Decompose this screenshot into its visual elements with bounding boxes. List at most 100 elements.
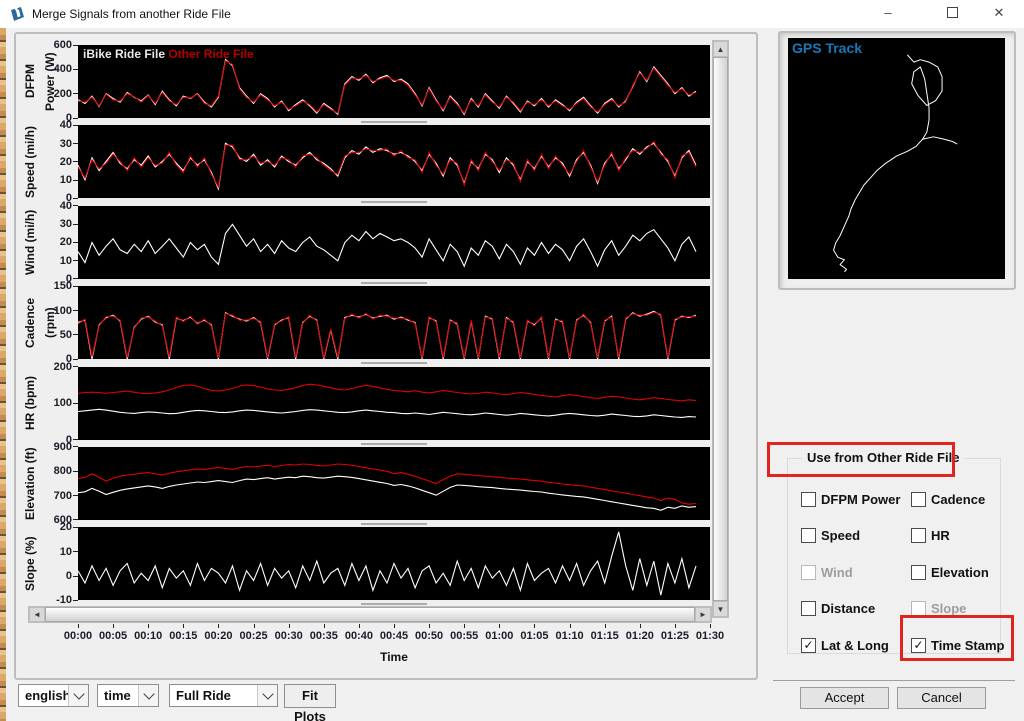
y-axis-ticks: 050100150 — [40, 286, 78, 359]
checkbox-speed[interactable]: Speed — [801, 518, 911, 555]
checkbox-grid: DFPM Power Cadence Speed HR Wind Elevation Dis… — [801, 481, 997, 664]
x-tick-label: 01:20 — [626, 630, 654, 642]
scroll-left-icon[interactable]: ◄ — [29, 607, 45, 622]
checkbox-label: Elevation — [931, 565, 989, 580]
y-tick-label: 100 — [54, 397, 72, 409]
time-axis-title: Time — [78, 650, 710, 664]
checkbox-unchecked-icon[interactable] — [801, 492, 816, 507]
y-axis-ticks: 600700800900 — [40, 447, 78, 520]
chart-row: Elevation (ft)600700800900 — [20, 447, 712, 520]
checkbox-hr[interactable]: HR — [911, 518, 997, 555]
y-tick-label: 50 — [60, 329, 72, 341]
y-tick-label: 20 — [60, 236, 72, 248]
x-tick-label: 01:25 — [661, 630, 689, 642]
chart-mini-scrollbar[interactable] — [361, 121, 427, 123]
vertical-scrollbar-thumb[interactable] — [713, 57, 728, 601]
y-tick-label: 40 — [60, 200, 72, 212]
checkbox-elevation[interactable]: Elevation — [911, 554, 997, 591]
y-axis-label: Slope (%) — [20, 527, 40, 600]
gps-track-label: GPS Track — [792, 40, 862, 56]
time-axis: Time 00:0000:0500:1000:1500:2000:2500:30… — [78, 624, 710, 668]
legend-ibike: iBike Ride File — [83, 47, 165, 61]
y-tick-label: 100 — [54, 305, 72, 317]
checkbox-lat-long[interactable]: ✓Lat & Long — [801, 627, 911, 664]
checkbox-checked-icon[interactable]: ✓ — [801, 638, 816, 653]
checkbox-unchecked-icon[interactable] — [911, 528, 926, 543]
units-dropdown[interactable]: english — [18, 684, 89, 707]
x-tick-label: 01:05 — [520, 630, 548, 642]
checkbox-distance[interactable]: Distance — [801, 591, 911, 628]
scroll-down-icon[interactable]: ▼ — [713, 601, 728, 617]
cancel-button[interactable]: Cancel — [897, 687, 986, 709]
title-bar: Merge Signals from another Ride File – ✕ — [0, 0, 1024, 28]
x-tick-label: 01:00 — [485, 630, 513, 642]
checkbox-unchecked-icon[interactable] — [911, 492, 926, 507]
chart-plot-area — [78, 125, 710, 198]
chart-mini-scrollbar[interactable] — [361, 282, 427, 284]
y-axis-ticks: -1001020 — [40, 527, 78, 600]
y-tick-label: 800 — [54, 465, 72, 477]
y-tick-label: 10 — [60, 546, 72, 558]
scroll-right-icon[interactable]: ► — [695, 607, 711, 622]
chart-mini-scrollbar[interactable] — [361, 201, 427, 203]
chart-plot-area — [78, 286, 710, 359]
checkbox-checked-icon[interactable]: ✓ — [911, 638, 926, 653]
y-tick-label: 400 — [54, 63, 72, 75]
y-tick-label: 20 — [60, 156, 72, 168]
x-tick-label: 00:25 — [240, 630, 268, 642]
y-tick-label: -10 — [56, 594, 72, 606]
checkbox-time-stamp[interactable]: ✓Time Stamp — [911, 627, 997, 664]
x-tick-label: 00:00 — [64, 630, 92, 642]
maximize-button[interactable] — [930, 0, 974, 28]
x-tick-label: 00:45 — [380, 630, 408, 642]
y-axis-ticks: 010203040 — [40, 125, 78, 198]
legend: iBike Ride File Other Ride File — [83, 47, 254, 61]
chart-mini-scrollbar[interactable] — [361, 443, 427, 445]
checkbox-label: DFPM Power — [821, 492, 900, 507]
checkbox-cadence[interactable]: Cadence — [911, 481, 997, 518]
checkbox-unchecked-icon[interactable] — [911, 565, 926, 580]
horizontal-scrollbar[interactable]: ◄ ► — [28, 606, 712, 623]
scroll-up-icon[interactable]: ▲ — [713, 41, 728, 57]
fit-plots-button[interactable]: Fit Plots — [284, 684, 336, 708]
units-dropdown-value: english — [19, 688, 68, 703]
checkbox-unchecked-icon — [911, 601, 926, 616]
checkbox-label: HR — [931, 528, 950, 543]
y-tick-label: 700 — [54, 490, 72, 502]
chart-row: Speed (mi/h)010203040 — [20, 125, 712, 198]
checkbox-wind: Wind — [801, 554, 911, 591]
y-tick-label: 10 — [60, 255, 72, 267]
xaxis-mode-dropdown-value: time — [98, 688, 138, 703]
chart-row: Cadence (rpm)050100150 — [20, 286, 712, 359]
chart-plot-area — [78, 206, 710, 279]
y-tick-label: 0 — [66, 570, 72, 582]
chart-mini-scrollbar[interactable] — [361, 362, 427, 364]
minimize-button[interactable]: – — [866, 0, 910, 28]
close-button[interactable]: ✕ — [977, 0, 1021, 28]
group-title: Use from Other Ride File — [802, 450, 964, 465]
checkbox-label: Speed — [821, 528, 860, 543]
y-tick-label: 150 — [54, 280, 72, 292]
x-tick-label: 00:20 — [204, 630, 232, 642]
y-tick-label: 600 — [54, 39, 72, 51]
checkbox-unchecked-icon[interactable] — [801, 528, 816, 543]
ride-range-dropdown[interactable]: Full Ride — [169, 684, 278, 707]
chart-row: Slope (%)-1001020 — [20, 527, 712, 600]
checkbox-dfpm-power[interactable]: DFPM Power — [801, 481, 911, 518]
x-tick-label: 00:15 — [169, 630, 197, 642]
gps-track-panel: GPS Track — [778, 31, 1016, 290]
maximize-icon — [947, 7, 958, 18]
use-from-other-ride-file-group: Use from Other Ride File DFPM PowerCaden… — [787, 458, 1001, 654]
checkbox-unchecked-icon[interactable] — [801, 601, 816, 616]
chart-mini-scrollbar[interactable] — [361, 523, 427, 525]
y-tick-label: 40 — [60, 119, 72, 131]
horizontal-scrollbar-thumb[interactable] — [45, 607, 695, 622]
chart-plot-area — [78, 527, 710, 600]
xaxis-mode-dropdown[interactable]: time — [97, 684, 159, 707]
y-tick-label: 30 — [60, 138, 72, 150]
x-tick-label: 00:30 — [275, 630, 303, 642]
vertical-scrollbar[interactable]: ▲ ▼ — [712, 40, 729, 618]
checkbox-label: Cadence — [931, 492, 985, 507]
accept-button[interactable]: Accept — [800, 687, 889, 709]
y-axis-label: Elevation (ft) — [20, 447, 40, 520]
